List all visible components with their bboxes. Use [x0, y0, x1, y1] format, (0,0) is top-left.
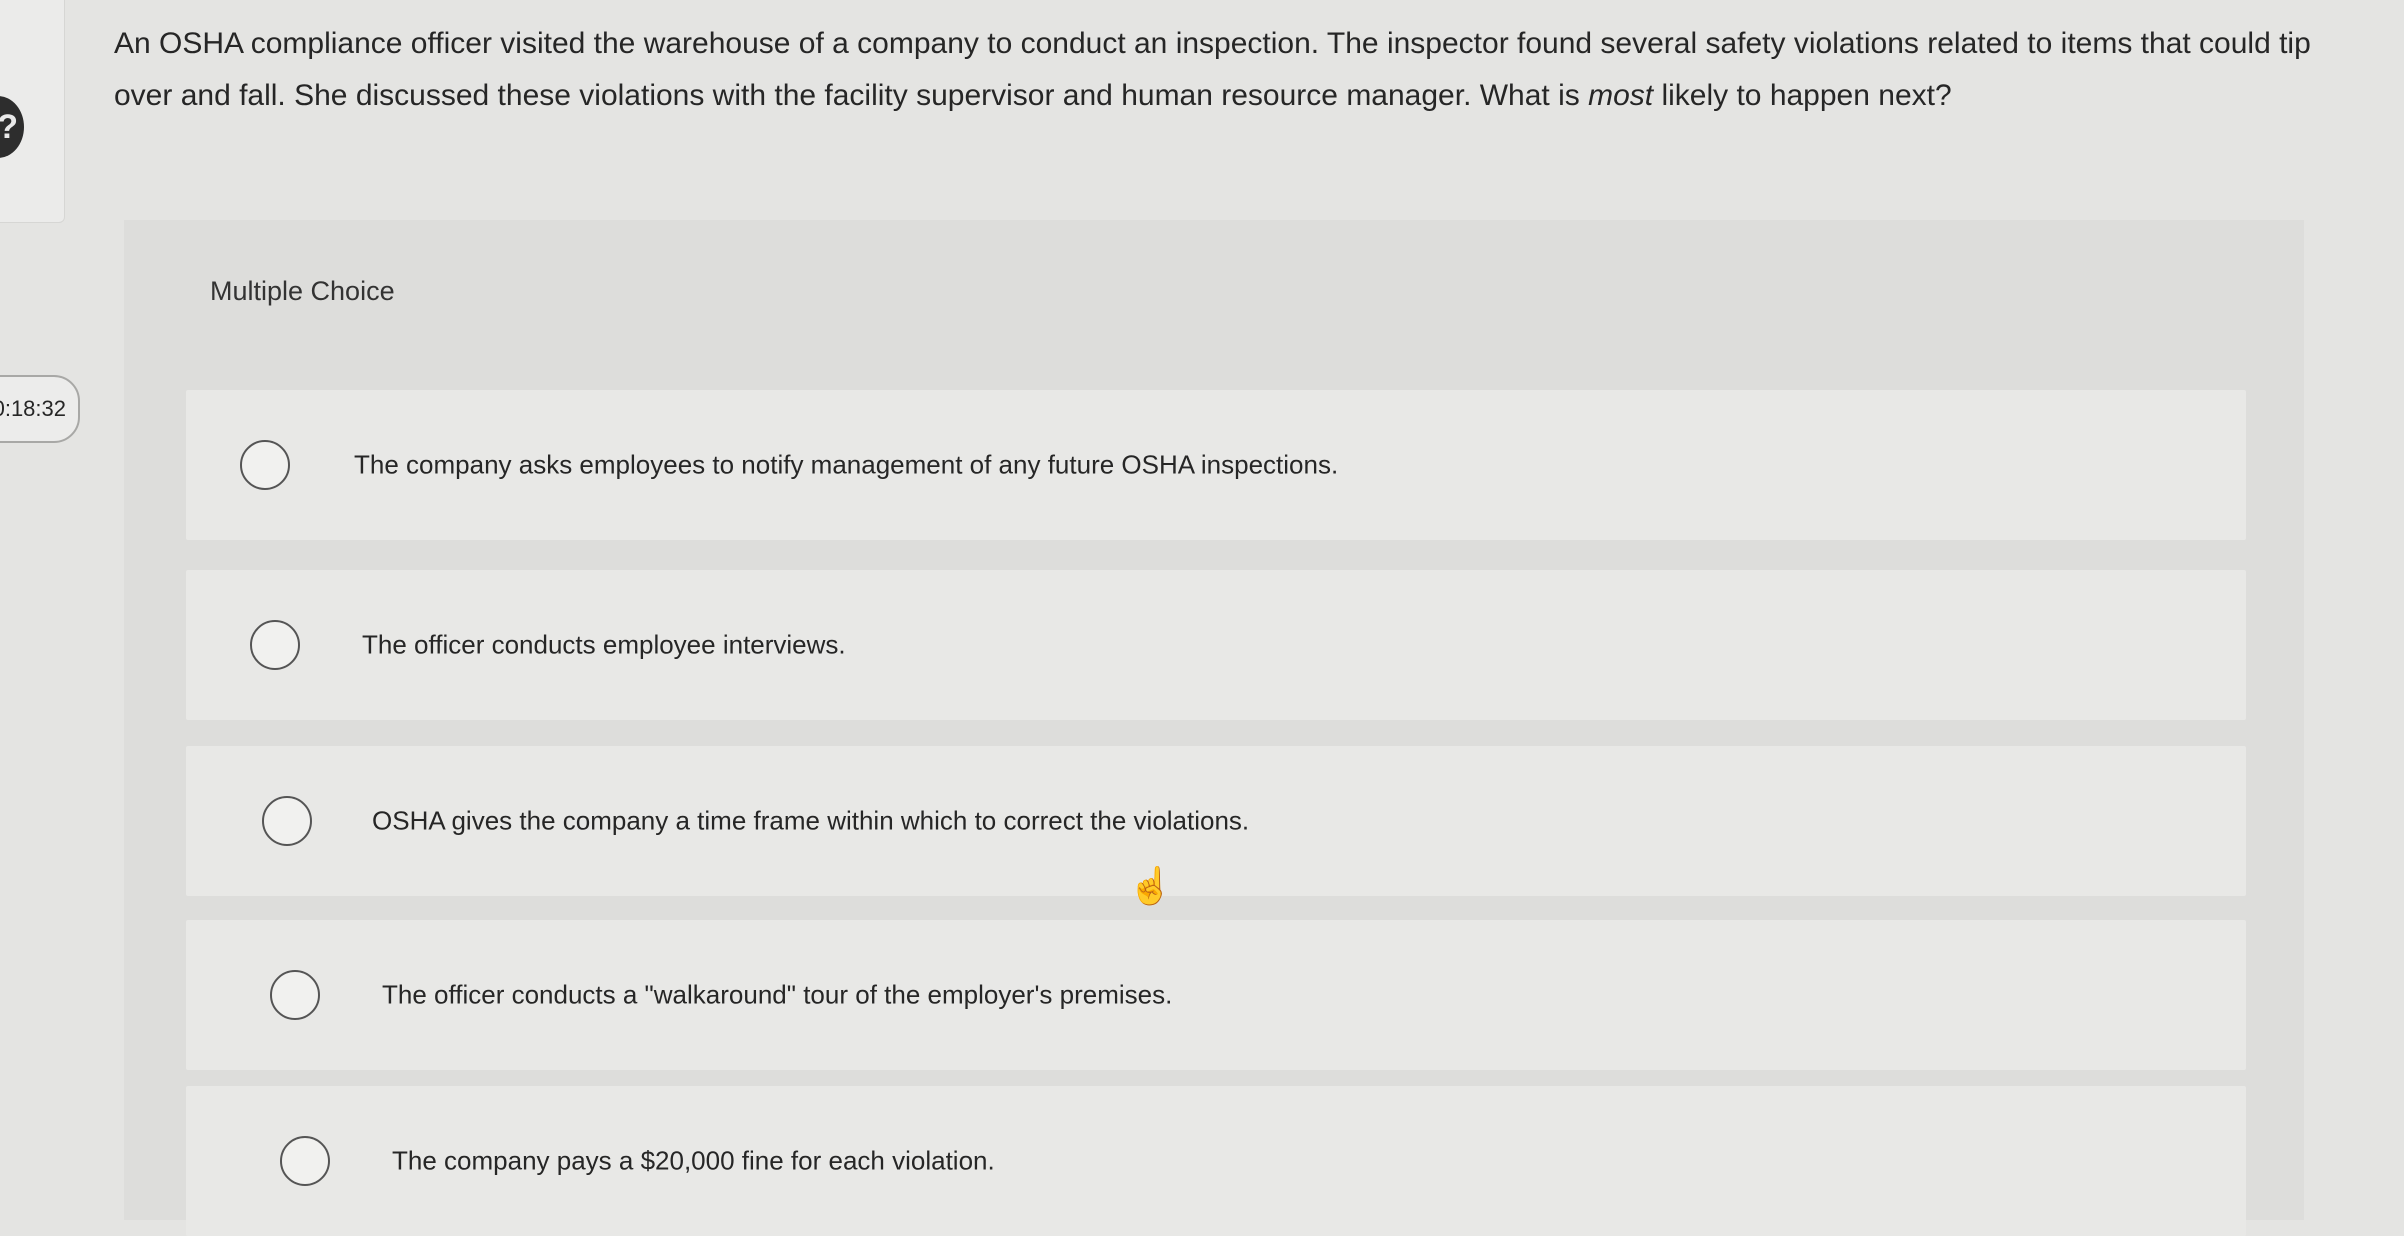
answer-option-1[interactable]: The company asks employees to notify man… [186, 390, 2246, 540]
answer-option-label-4: The officer conducts a "walkaround" tour… [382, 979, 1173, 1010]
answer-option-5[interactable]: The company pays a $20,000 fine for each… [186, 1086, 2246, 1236]
question-prompt: An OSHA compliance officer visited the w… [114, 27, 2311, 112]
question-text: An OSHA compliance officer visited the w… [114, 18, 2354, 122]
timer-badge: 0:18:32 [0, 375, 80, 443]
answer-option-4[interactable]: The officer conducts a "walkaround" tour… [186, 920, 2246, 1070]
timer-value: 0:18:32 [0, 396, 66, 421]
hand-pointer-icon: ☝ [1128, 865, 1173, 906]
answer-option-3[interactable]: OSHA gives the company a time frame with… [186, 746, 2246, 896]
radio-button-1[interactable] [240, 440, 290, 490]
radio-button-5[interactable] [280, 1136, 330, 1186]
radio-button-2[interactable] [250, 620, 300, 670]
answer-option-label-5: The company pays a $20,000 fine for each… [392, 1145, 995, 1176]
radio-button-3[interactable] [262, 796, 312, 846]
question-prompt-end: likely to happen next? [1653, 79, 1952, 112]
answer-option-label-2: The officer conducts employee interviews… [362, 629, 846, 660]
multiple-choice-panel [124, 220, 2304, 1220]
help-icon[interactable]: ? [0, 96, 24, 158]
answer-option-2[interactable]: The officer conducts employee interviews… [186, 570, 2246, 720]
answer-option-label-3: OSHA gives the company a time frame with… [372, 805, 1250, 836]
radio-button-4[interactable] [270, 970, 320, 1020]
left-sidebar: ? [0, 0, 65, 223]
question-emphasis: most [1588, 79, 1654, 112]
answer-option-label-1: The company asks employees to notify man… [354, 449, 1339, 480]
question-type-label: Multiple Choice [210, 276, 395, 306]
